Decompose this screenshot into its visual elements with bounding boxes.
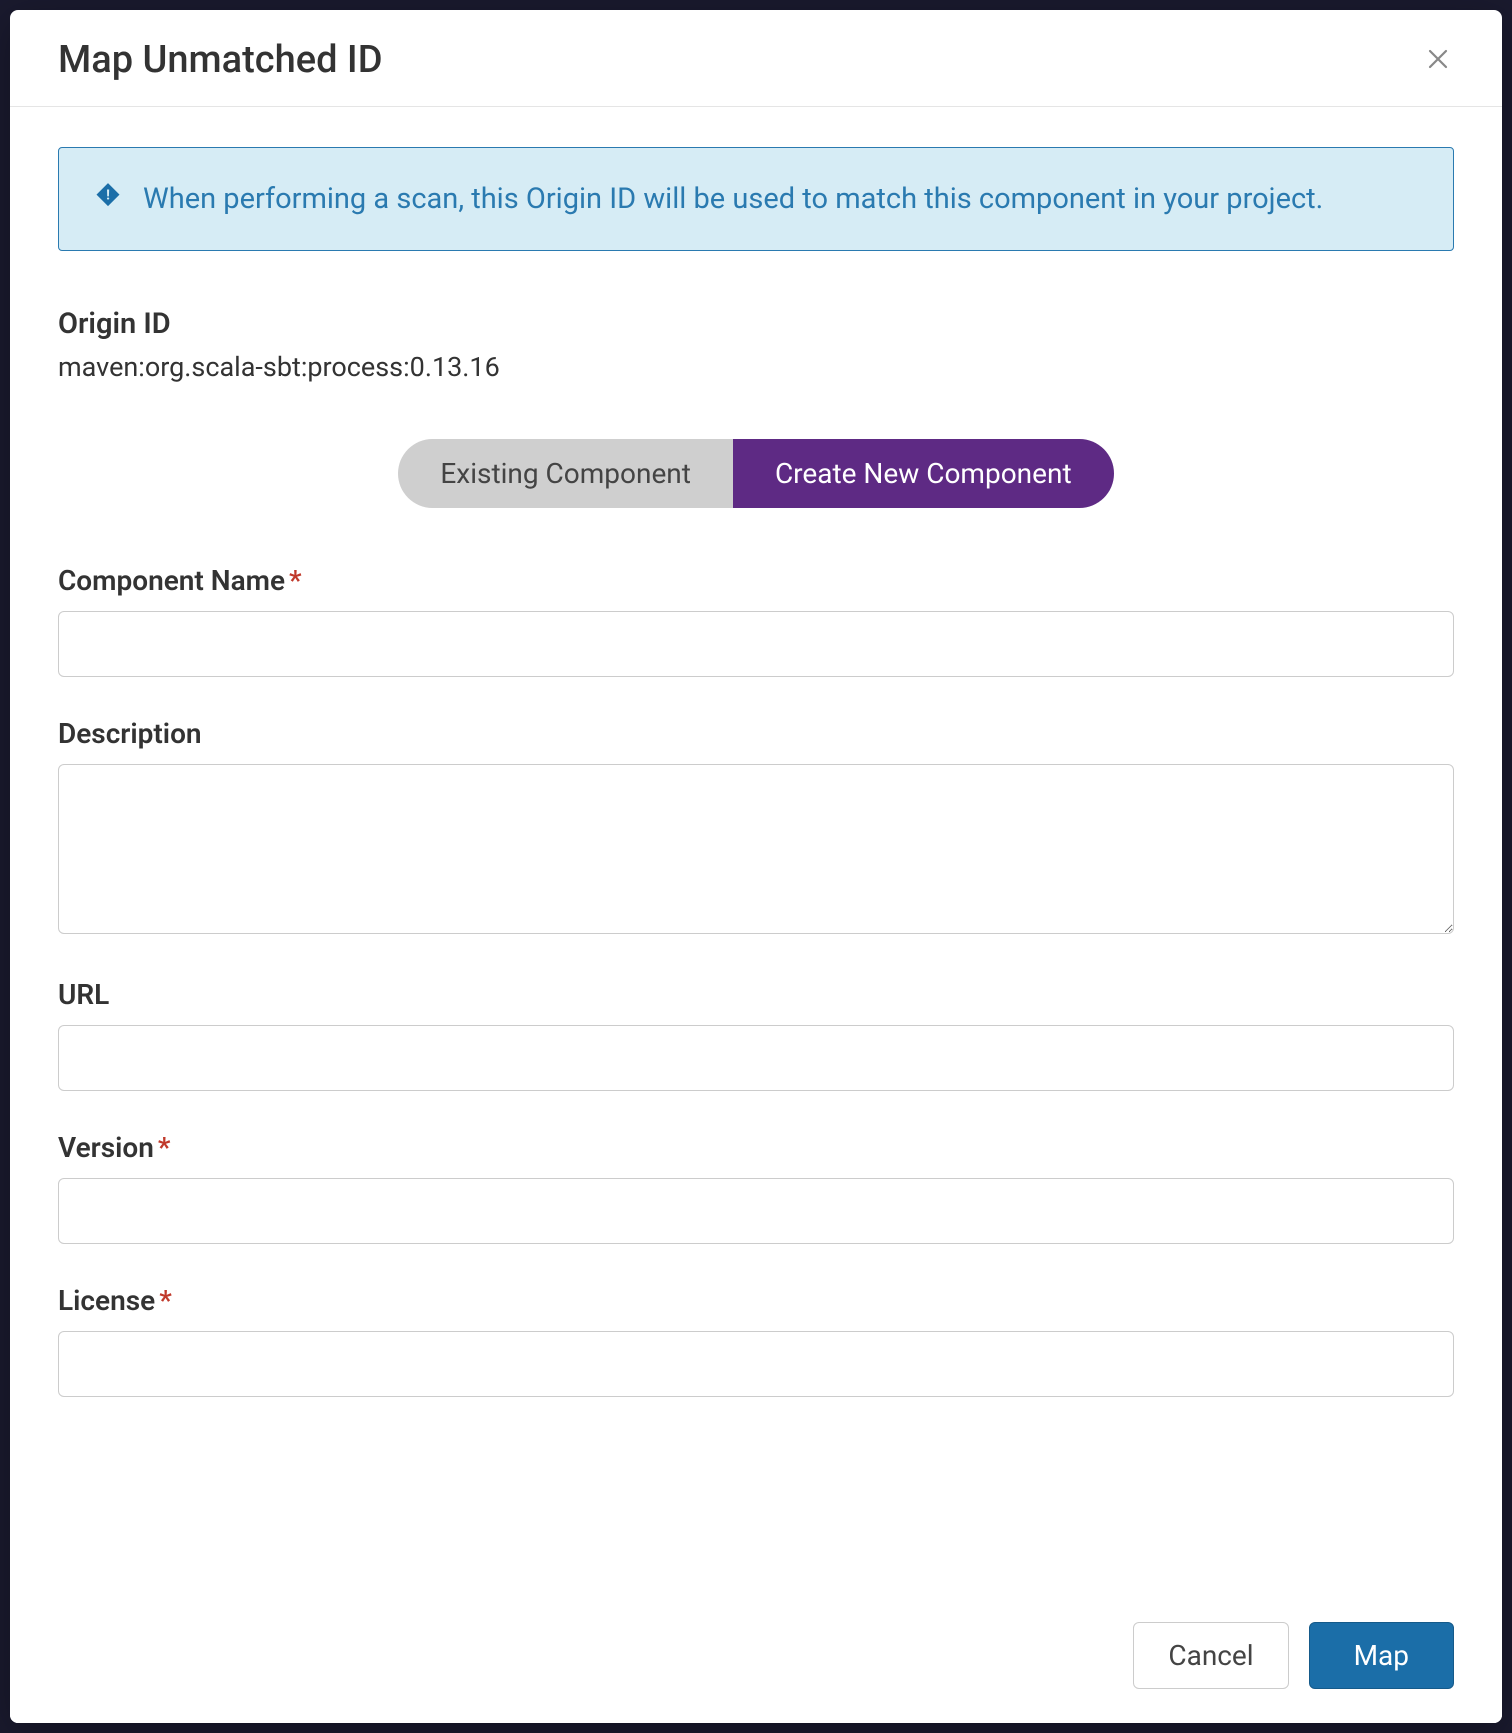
map-button[interactable]: Map xyxy=(1309,1622,1454,1689)
modal-header: Map Unmatched ID xyxy=(10,10,1502,107)
svg-text:!: ! xyxy=(106,187,110,203)
description-label: Description xyxy=(58,717,1454,750)
close-icon xyxy=(1426,42,1450,78)
version-label-text: Version xyxy=(58,1131,154,1164)
tab-existing-component[interactable]: Existing Component xyxy=(398,439,733,508)
close-button[interactable] xyxy=(1422,40,1454,80)
form-group-component-name: Component Name* xyxy=(58,564,1454,677)
description-input[interactable] xyxy=(58,764,1454,934)
form-group-license: License* xyxy=(58,1284,1454,1397)
url-label: URL xyxy=(58,978,1454,1011)
map-unmatched-id-modal: Map Unmatched ID ! xyxy=(10,10,1502,1723)
url-input[interactable] xyxy=(58,1025,1454,1091)
component-name-input[interactable] xyxy=(58,611,1454,677)
tab-create-new-component[interactable]: Create New Component xyxy=(733,439,1114,508)
component-name-label-text: Component Name xyxy=(58,564,285,597)
origin-id-value: maven:org.scala-sbt:process:0.13.16 xyxy=(58,351,1454,383)
version-label: Version* xyxy=(58,1131,1454,1164)
license-input[interactable] xyxy=(58,1331,1454,1397)
origin-id-label: Origin ID xyxy=(58,307,1454,341)
info-banner-text: When performing a scan, this Origin ID w… xyxy=(143,176,1323,222)
modal-body[interactable]: ! When performing a scan, this Origin ID… xyxy=(10,107,1502,1596)
license-label: License* xyxy=(58,1284,1454,1317)
license-label-text: License xyxy=(58,1284,155,1317)
component-name-label: Component Name* xyxy=(58,564,1454,597)
required-indicator: * xyxy=(158,1131,171,1164)
info-icon: ! xyxy=(95,182,121,212)
modal-backdrop: Map Unmatched ID ! xyxy=(0,0,1512,1733)
modal-body-wrap: ! When performing a scan, this Origin ID… xyxy=(10,107,1502,1596)
modal-footer: Cancel Map xyxy=(10,1596,1502,1723)
required-indicator: * xyxy=(289,564,302,597)
component-mode-toggle: Existing Component Create New Component xyxy=(58,439,1454,508)
toggle-pill: Existing Component Create New Component xyxy=(398,439,1113,508)
required-indicator: * xyxy=(159,1284,172,1317)
form-group-url: URL xyxy=(58,978,1454,1091)
info-banner: ! When performing a scan, this Origin ID… xyxy=(58,147,1454,251)
modal-title: Map Unmatched ID xyxy=(58,38,383,82)
cancel-button[interactable]: Cancel xyxy=(1133,1622,1288,1689)
form-group-description: Description xyxy=(58,717,1454,938)
form-group-version: Version* xyxy=(58,1131,1454,1244)
version-input[interactable] xyxy=(58,1178,1454,1244)
